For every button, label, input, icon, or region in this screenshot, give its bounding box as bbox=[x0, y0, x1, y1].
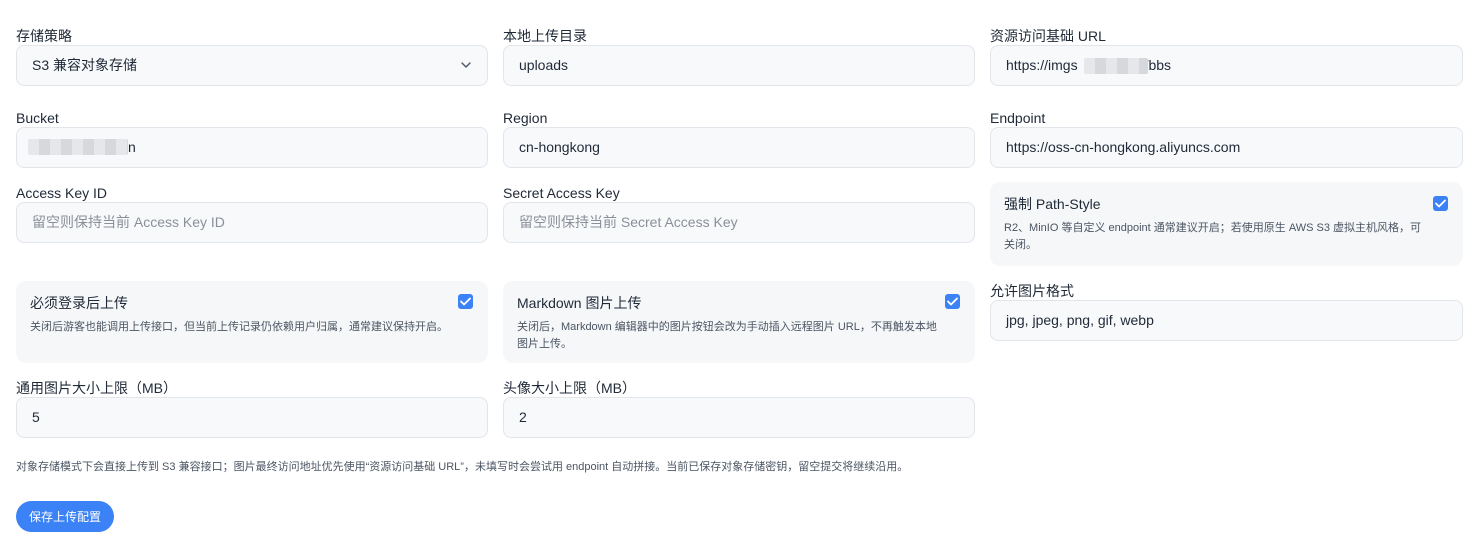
avatar-size-label: 头像大小上限（MB） bbox=[503, 380, 636, 396]
region-value: cn-hongkong bbox=[519, 139, 600, 155]
markdown-upload-desc: 关闭后，Markdown 编辑器中的图片按钮会改为手动插入远程图片 URL，不再… bbox=[517, 321, 937, 350]
local-dir-input[interactable]: uploads bbox=[503, 45, 975, 86]
storage-note: 对象存储模式下会直接上传到 S3 兼容接口；图片最终访问地址优先使用“资源访问基… bbox=[16, 461, 909, 473]
access-key-input[interactable]: 留空则保持当前 Access Key ID bbox=[16, 202, 488, 243]
secret-key-input[interactable]: 留空则保持当前 Secret Access Key bbox=[503, 202, 975, 243]
secret-key-label: Secret Access Key bbox=[503, 185, 620, 201]
formats-label: 允许图片格式 bbox=[990, 283, 1074, 299]
redacted-block bbox=[1084, 58, 1148, 74]
avatar-size-input[interactable]: 2 bbox=[503, 397, 975, 438]
login-required-desc: 关闭后游客也能调用上传接口，但当前上传记录仍依赖用户归属，通常建议保持开启。 bbox=[30, 321, 448, 333]
login-required-title: 必须登录后上传 bbox=[30, 295, 128, 311]
access-key-label: Access Key ID bbox=[16, 185, 108, 201]
redacted-block bbox=[28, 139, 128, 155]
path-style-card: 强制 Path-Style R2、MinIO 等自定义 endpoint 通常建… bbox=[990, 182, 1463, 266]
bucket-value-suffix: n bbox=[128, 139, 136, 155]
base-url-input[interactable]: https://imgs/bbs bbox=[990, 45, 1463, 86]
save-upload-config-button[interactable]: 保存上传配置 bbox=[16, 501, 114, 532]
image-size-input[interactable]: 5 bbox=[16, 397, 488, 438]
markdown-upload-title: Markdown 图片上传 bbox=[517, 295, 642, 311]
base-url-suffix: /bbs bbox=[1144, 57, 1172, 73]
bucket-label: Bucket bbox=[16, 110, 59, 126]
storage-strategy-label: 存储策略 bbox=[16, 28, 72, 44]
endpoint-input[interactable]: https://oss-cn-hongkong.aliyuncs.com bbox=[990, 127, 1463, 168]
check-icon bbox=[460, 297, 471, 306]
markdown-upload-card: Markdown 图片上传 关闭后，Markdown 编辑器中的图片按钮会改为手… bbox=[503, 281, 975, 363]
path-style-desc: R2、MinIO 等自定义 endpoint 通常建议开启；若使用原生 AWS … bbox=[1004, 222, 1422, 251]
secret-key-placeholder: 留空则保持当前 Secret Access Key bbox=[519, 214, 738, 230]
avatar-size-value: 2 bbox=[519, 409, 527, 425]
formats-input[interactable]: jpg, jpeg, png, gif, webp bbox=[990, 300, 1463, 341]
chevron-down-icon bbox=[461, 62, 471, 68]
access-key-placeholder: 留空则保持当前 Access Key ID bbox=[32, 214, 225, 230]
endpoint-label: Endpoint bbox=[990, 110, 1046, 126]
path-style-checkbox[interactable] bbox=[1433, 196, 1448, 211]
local-dir-value: uploads bbox=[519, 57, 569, 73]
base-url-prefix: https://imgs bbox=[1006, 57, 1078, 73]
base-url-label: 资源访问基础 URL bbox=[990, 28, 1106, 44]
login-required-card: 必须登录后上传 关闭后游客也能调用上传接口，但当前上传记录仍依赖用户归属，通常建… bbox=[16, 281, 488, 363]
bucket-input[interactable]: n bbox=[16, 127, 488, 168]
path-style-title: 强制 Path-Style bbox=[1004, 196, 1101, 212]
image-size-value: 5 bbox=[32, 409, 40, 425]
region-label: Region bbox=[503, 110, 548, 126]
check-icon bbox=[1435, 199, 1446, 208]
local-dir-label: 本地上传目录 bbox=[503, 28, 587, 44]
check-icon bbox=[947, 297, 958, 306]
storage-strategy-value: S3 兼容对象存储 bbox=[32, 57, 138, 73]
markdown-upload-checkbox[interactable] bbox=[945, 294, 960, 309]
region-input[interactable]: cn-hongkong bbox=[503, 127, 975, 168]
login-required-checkbox[interactable] bbox=[458, 294, 473, 309]
image-size-label: 通用图片大小上限（MB） bbox=[16, 380, 177, 396]
endpoint-value: https://oss-cn-hongkong.aliyuncs.com bbox=[1006, 139, 1241, 155]
formats-value: jpg, jpeg, png, gif, webp bbox=[1006, 312, 1154, 328]
storage-strategy-select[interactable]: S3 兼容对象存储 bbox=[16, 45, 488, 86]
